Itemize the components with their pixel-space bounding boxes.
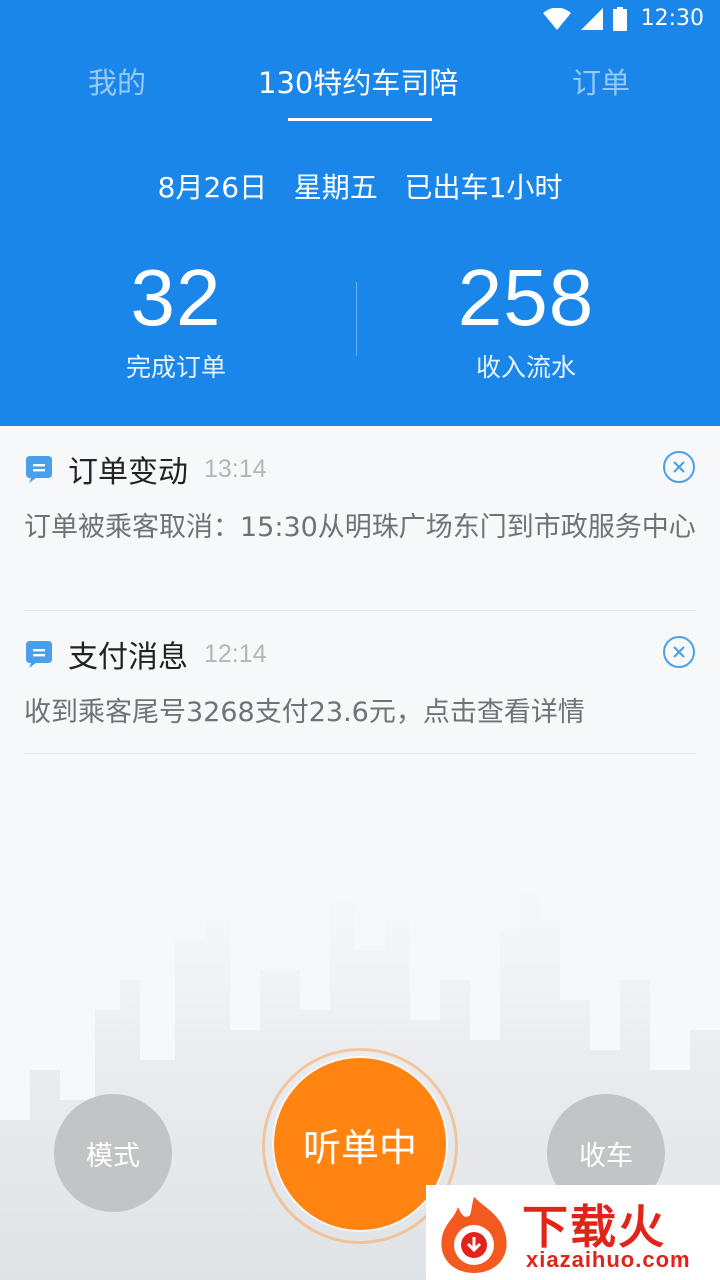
message-time: 12:14 [204, 639, 267, 668]
message-time: 13:14 [204, 454, 267, 483]
completed-orders-stat[interactable]: 32 完成订单 [0, 252, 356, 384]
completed-orders-label: 完成订单 [125, 353, 226, 382]
message-icon [26, 456, 52, 483]
close-icon[interactable] [662, 635, 696, 669]
tab-bar: 我的 130特约车司陪 订单 [0, 52, 720, 122]
weekday-text: 星期五 [293, 171, 378, 204]
income-value: 258 [457, 253, 595, 342]
flame-logo-icon [441, 1197, 507, 1273]
message-body: 订单被乘客取消：15:30从明珠广场东门到市政服务中心 [24, 512, 696, 543]
message-icon [26, 641, 52, 668]
signal-icon [580, 7, 603, 30]
mode-button[interactable]: 模式 [54, 1094, 172, 1212]
active-tab-indicator [288, 118, 432, 121]
close-icon[interactable] [662, 450, 696, 484]
date-text: 8月26日 [157, 171, 268, 204]
message-title: 支付消息 [68, 640, 188, 675]
tab-home[interactable]: 130特约车司陪 [258, 60, 458, 102]
message-item[interactable]: 支付消息 12:14 收到乘客尾号3268支付23.6元，点击查看详情 [24, 611, 696, 754]
date-line: 8月26日 星期五 已出车1小时 [0, 166, 720, 206]
tab-orders[interactable]: 订单 [572, 60, 630, 102]
message-item[interactable]: 订单变动 13:14 订单被乘客取消：15:30从明珠广场东门到市政服务中心 [24, 426, 696, 611]
status-time: 12:30 [640, 6, 704, 31]
message-title: 订单变动 [68, 455, 188, 490]
watermark-url: xiazaihuo.com [526, 1247, 691, 1272]
message-body: 收到乘客尾号3268支付23.6元，点击查看详情 [24, 697, 585, 728]
wifi-icon [542, 7, 571, 30]
battery-icon [612, 6, 627, 31]
duration-text: 已出车1小时 [404, 171, 563, 204]
tab-mine[interactable]: 我的 [88, 60, 146, 102]
message-list: 订单变动 13:14 订单被乘客取消：15:30从明珠广场东门到市政服务中心 支… [0, 426, 720, 754]
income-label: 收入流水 [475, 353, 576, 382]
header: 12:30 我的 130特约车司陪 订单 8月26日 星期五 已出车1小时 32… [0, 0, 720, 426]
listening-button[interactable]: 听单中 [274, 1058, 446, 1230]
completed-orders-value: 32 [130, 253, 222, 342]
watermark: 下载火 xiazaihuo.com [426, 1185, 720, 1280]
status-bar: 12:30 [0, 0, 720, 38]
income-stat[interactable]: 258 收入流水 [346, 252, 706, 384]
